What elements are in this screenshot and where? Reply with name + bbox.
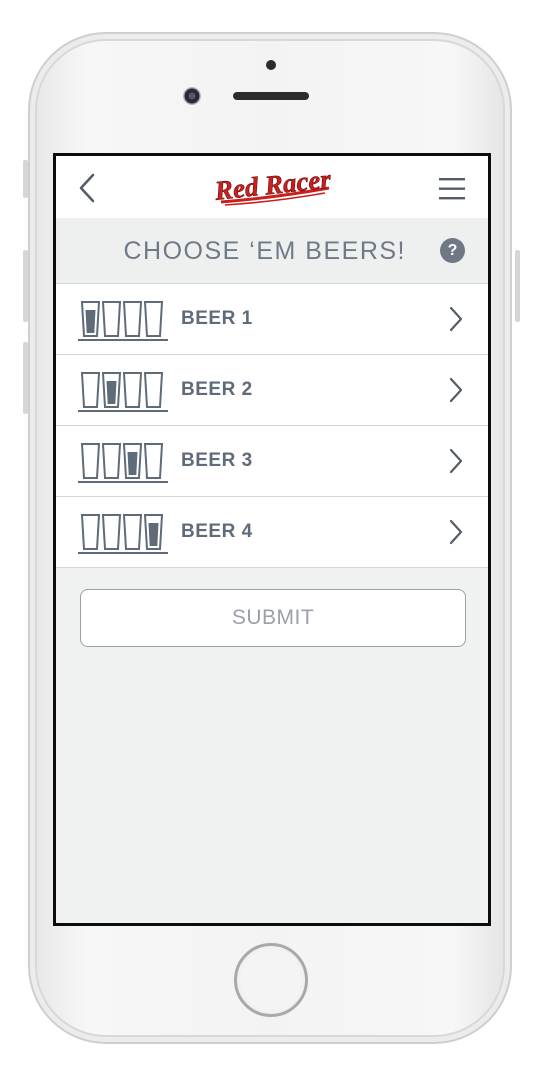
- glass-outline: [101, 443, 122, 479]
- home-button[interactable]: [234, 943, 308, 1017]
- beer-row-2[interactable]: BEER 2: [56, 355, 488, 426]
- beer-label: BEER 3: [181, 450, 253, 471]
- top-navigation-bar: Red Racer: [56, 156, 488, 219]
- glass-outline: [143, 301, 164, 337]
- red-racer-logo: Red Racer: [211, 163, 335, 208]
- glass-outline: [122, 514, 143, 550]
- silent-switch: [23, 160, 28, 198]
- submit-button[interactable]: SUBMIT: [80, 589, 466, 647]
- glass-outline: [143, 372, 164, 408]
- volume-down-button: [23, 342, 28, 414]
- beer-glasses-icon: [78, 443, 168, 483]
- glass-fill-selected: [127, 452, 138, 475]
- chevron-right-icon: [449, 377, 463, 403]
- beer-row-1[interactable]: BEER 1: [56, 284, 488, 355]
- page-title: CHOOSE ‘EM BEERS!: [123, 237, 406, 265]
- glass-fill-selected: [106, 381, 117, 404]
- page-header: CHOOSE ‘EM BEERS! ?: [56, 218, 488, 284]
- glass-outline: [101, 301, 122, 337]
- beer-glasses-icon: [78, 301, 168, 341]
- hamburger-menu-icon: [439, 178, 465, 200]
- volume-up-button: [23, 250, 28, 322]
- glass-outline: [80, 514, 101, 550]
- beer-row-4[interactable]: BEER 4: [56, 497, 488, 568]
- chevron-right-icon: [449, 519, 463, 545]
- chevron-left-icon: [79, 173, 95, 203]
- glass-fill-selected: [85, 310, 96, 333]
- beer-row-3[interactable]: BEER 3: [56, 426, 488, 497]
- glass-outline: [122, 372, 143, 408]
- beer-glasses-icon: [78, 514, 168, 554]
- question-icon[interactable]: ?: [440, 238, 465, 263]
- back-button[interactable]: [74, 171, 104, 205]
- glass-fill-selected: [148, 523, 159, 546]
- beer-label: BEER 4: [181, 521, 253, 542]
- earpiece-speaker: [233, 92, 309, 100]
- beer-label: BEER 2: [181, 379, 253, 400]
- beer-list: BEER 1 BEER 2 BEER 3 BEER 4: [56, 284, 488, 568]
- app-screen: Red Racer CHOOSE ‘EM BEERS! ? BEER 1 BEE…: [53, 153, 491, 926]
- beer-label: BEER 1: [181, 308, 253, 329]
- menu-button[interactable]: [438, 176, 466, 202]
- chevron-right-icon: [449, 306, 463, 332]
- chevron-right-icon: [449, 448, 463, 474]
- proximity-sensor: [266, 60, 276, 70]
- front-camera: [183, 87, 201, 105]
- glass-outline: [143, 443, 164, 479]
- glass-outline: [80, 443, 101, 479]
- glass-outline: [80, 372, 101, 408]
- glass-outline: [101, 514, 122, 550]
- beer-glasses-icon: [78, 372, 168, 412]
- glass-outline: [122, 301, 143, 337]
- power-button: [515, 250, 520, 322]
